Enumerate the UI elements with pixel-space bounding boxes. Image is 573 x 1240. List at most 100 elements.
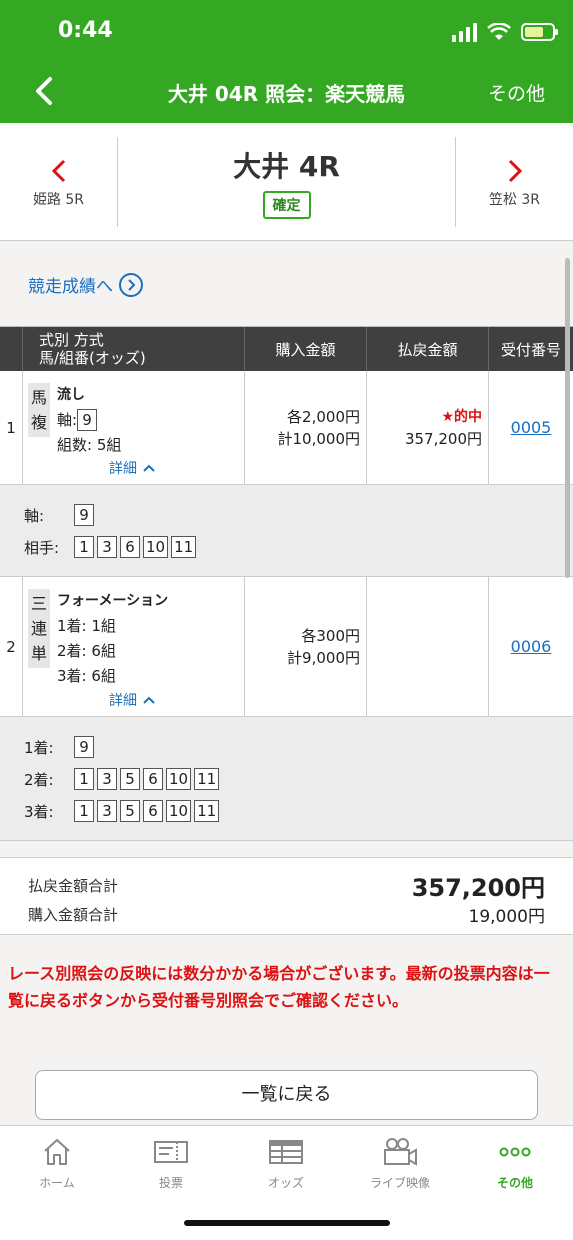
purchase-total-line: 購入金額合計 19,000円 [28,902,545,927]
horse-number: 3 [97,768,117,790]
detail-line: 1着: 9 [24,731,549,763]
horse-number: 11 [194,768,220,790]
status-time: 0:44 [58,18,113,43]
horse-number: 9 [74,736,94,758]
header-buy: 購入金額 [244,327,366,371]
battery-icon [521,23,558,41]
detail-line: 3着: 1 3 5 6 10 11 [24,795,549,827]
totals-panel: 払戻金額合計 357,200円 購入金額合計 19,000円 [0,857,573,935]
payout-cell [366,577,488,716]
header-index [0,327,22,371]
detail-label: 1着: [24,738,54,757]
horse-number: 9 [77,409,98,431]
horse-number: 3 [97,536,117,558]
status-badge: 確定 [262,191,311,219]
bets-table: 式別 方式 馬/組番(オッズ) 購入金額 払戻金額 受付番号 1 馬 複 流し … [0,326,573,841]
axis-label: 軸: [57,411,78,429]
prev-race-label: 姫路 5R [32,192,85,208]
chevron-right-circle-icon [119,272,143,297]
detail-line: 相手: 1 3 6 10 11 [24,531,549,563]
bet-kind-char: 連 [30,619,47,638]
bet-kind-char: 三 [30,594,47,613]
horse-number: 6 [143,768,163,790]
bet-kind-char: 複 [30,413,47,432]
receipt-link[interactable]: 0005 [511,418,552,437]
combo-count: 組数: 5組 [57,436,122,454]
formation-line: 1着: 1組 [57,617,116,635]
axis-line: 軸: 9 [57,408,121,433]
header-type-line1: 式別 方式 [39,331,104,349]
buy-each: 各2,000円 [287,407,360,426]
bet-method: フォーメーション [57,593,169,609]
row-index: 2 [6,637,16,656]
buy-total: 計9,000円 [287,648,360,667]
bet-detail-panel: 軸: 9 相手: 1 3 6 10 11 [0,485,573,577]
bet-kind: 三 連 単 [28,589,50,668]
detail-label: 詳細 [109,693,137,709]
tab-odds[interactable]: オッズ [229,1136,343,1191]
detail-label: 3着: [24,802,54,821]
buy-total: 計10,000円 [277,429,361,448]
win-label: 的中 [454,408,482,425]
buy-amount-cell: 各2,000円 計10,000円 [244,371,366,484]
detail-toggle[interactable]: 詳細 [109,458,155,478]
app-header: 0:44 大井 04R 照会：楽天競馬 その他 [0,0,573,123]
bet-type-cell: 三 連 単 フォーメーション 1着: 1組 2着: 6組 3着: 6組 詳細 [22,577,244,716]
formation-line: 3着: 6組 [57,667,116,685]
other-menu-button[interactable]: その他 [488,79,545,106]
home-icon [44,1139,70,1165]
horse-number: 11 [171,536,197,558]
next-race-button[interactable]: 笠松 3R [455,137,573,227]
horse-number: 1 [74,536,94,558]
back-to-list-button[interactable]: 一覧に戻る [35,1070,538,1120]
detail-toggle[interactable]: 詳細 [109,690,155,710]
wifi-icon [487,23,511,40]
horse-number: 11 [194,800,220,822]
tab-live-video[interactable]: ライブ映像 [343,1136,457,1191]
tab-other[interactable]: その他 [458,1136,572,1191]
race-result-label: 競走成績へ [28,277,113,297]
chevron-up-icon [143,464,155,472]
horse-number: 5 [120,800,140,822]
horse-number: 10 [143,536,169,558]
receipt-cell: 0006 [488,577,573,716]
detail-line: 軸: 9 [24,499,549,531]
detail-label: 相手: [24,538,60,557]
bet-detail-panel: 1着: 9 2着: 1 3 5 6 10 11 3着: 1 3 5 6 10 1… [0,717,573,841]
home-indicator[interactable] [184,1220,390,1226]
horse-number: 9 [74,504,94,526]
tab-label: オッズ [267,1176,304,1190]
horse-number: 1 [74,768,94,790]
payout-total-value: 357,200円 [411,874,545,902]
receipt-link[interactable]: 0006 [511,637,552,656]
cellular-signal-icon [452,22,477,42]
horse-number: 6 [120,536,140,558]
race-selector: 姫路 5R 大井 4R 確定 笠松 3R [0,123,573,241]
purchase-total-value: 19,000円 [468,907,545,927]
win-status: ★的中 [441,406,482,428]
tab-home[interactable]: ホーム [0,1136,114,1191]
horse-number: 6 [143,800,163,822]
more-dots-icon [499,1147,531,1157]
table-header: 式別 方式 馬/組番(オッズ) 購入金額 払戻金額 受付番号 [0,327,573,371]
bet-kind: 馬 複 [28,383,50,437]
bet-type-cell: 馬 複 流し 軸: 9 組数: 5組 詳細 [22,371,244,484]
table-row: 2 三 連 単 フォーメーション 1着: 1組 2着: 6組 3着: 6組 詳細… [0,577,573,717]
formation-line: 2着: 6組 [57,642,116,660]
header-type: 式別 方式 馬/組番(オッズ) [22,327,244,371]
scrollbar[interactable] [565,258,570,578]
tab-vote[interactable]: 投票 [114,1136,228,1191]
prev-race-button[interactable]: 姫路 5R [0,137,118,227]
video-camera-icon [384,1138,417,1166]
race-result-link[interactable]: 競走成績へ [28,272,143,297]
payout-cell: ★的中 357,200円 [366,371,488,484]
horse-number: 1 [74,800,94,822]
detail-label: 2着: [24,770,54,789]
tab-label: その他 [496,1176,533,1190]
bet-method: 流し [57,387,85,403]
star-icon: ★ [441,408,454,425]
odds-table-icon [269,1140,303,1164]
detail-label: 詳細 [109,461,137,477]
notice-text: レース別照会の反映には数分かかる場合がございます。最新の投票内容は一覧に戻るボタ… [8,964,550,1010]
bet-lines: フォーメーション 1着: 1組 2着: 6組 3着: 6組 [57,589,168,689]
